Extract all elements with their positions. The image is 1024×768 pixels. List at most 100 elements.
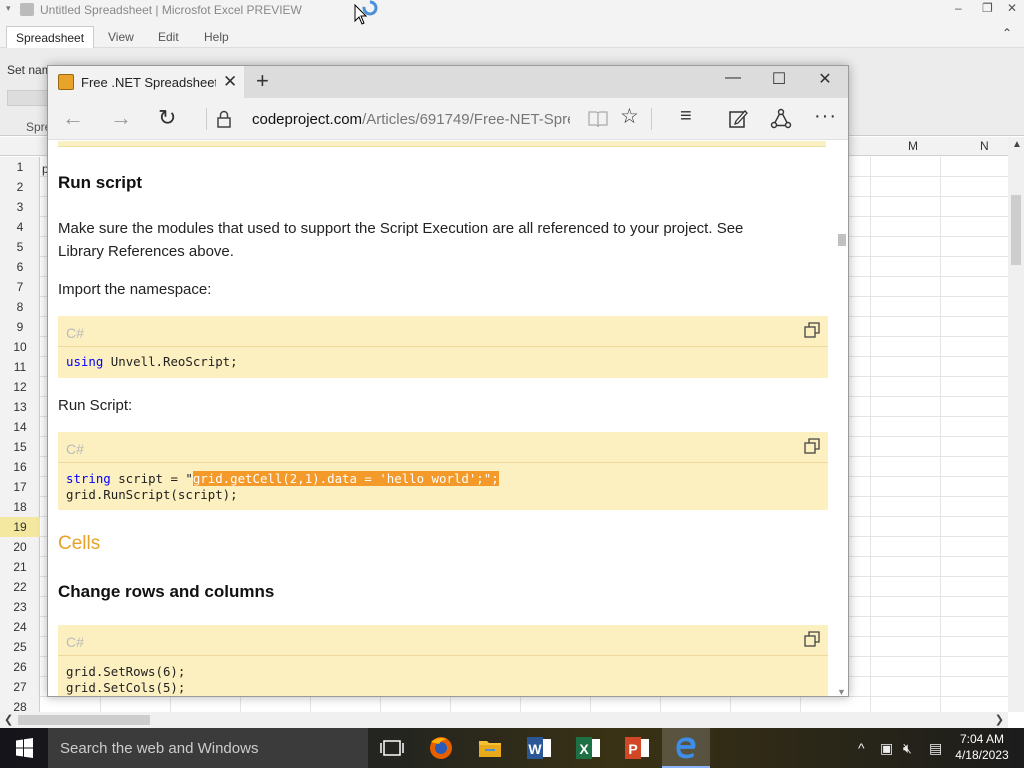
code-block-rows-cols: C# grid.SetRows(6); grid.SetCols(5); — [58, 625, 828, 696]
row-header[interactable]: 24 — [0, 617, 40, 637]
collapse-ribbon-icon[interactable]: ⌃ — [1002, 26, 1012, 40]
scroll-thumb[interactable] — [838, 234, 846, 246]
row-header[interactable]: 19 — [0, 517, 40, 537]
reading-view-icon[interactable] — [588, 110, 608, 128]
row-header[interactable]: 23 — [0, 597, 40, 617]
edge-icon[interactable] — [662, 728, 710, 768]
row-header[interactable]: 7 — [0, 277, 40, 297]
code-divider — [58, 462, 828, 463]
firefox-icon[interactable] — [417, 728, 465, 768]
taskbar-clock[interactable]: 7:04 AM 4/18/2023 — [948, 731, 1016, 763]
row-header[interactable]: 13 — [0, 397, 40, 417]
row-header[interactable]: 20 — [0, 537, 40, 557]
row-header[interactable]: 11 — [0, 357, 40, 377]
row-header[interactable]: 22 — [0, 577, 40, 597]
scroll-left-icon[interactable]: ❮ — [4, 713, 13, 726]
row-header[interactable]: 15 — [0, 437, 40, 457]
browser-tab[interactable]: Free .NET Spreadsheet C ✕ — [48, 66, 244, 98]
row-header[interactable]: 8 — [0, 297, 40, 317]
menu-tab-view[interactable]: View — [98, 26, 144, 48]
restore-icon[interactable]: ❐ — [982, 1, 993, 15]
row-header[interactable]: 14 — [0, 417, 40, 437]
row-header[interactable]: 9 — [0, 317, 40, 337]
file-explorer-icon[interactable] — [466, 728, 514, 768]
spreadsheet-window-title: Untitled Spreadsheet | Microsfot Excel P… — [40, 3, 302, 17]
row-header[interactable]: 4 — [0, 217, 40, 237]
hub-icon[interactable]: ≡ — [680, 104, 692, 128]
column-header-n[interactable]: N — [980, 139, 989, 153]
powerpoint-icon[interactable]: P — [613, 728, 661, 768]
row-header[interactable]: 26 — [0, 657, 40, 677]
paragraph-modules: Make sure the modules that used to suppo… — [58, 217, 743, 263]
paragraph-modules-line1: Make sure the modules that used to suppo… — [58, 220, 744, 237]
row-header[interactable]: 18 — [0, 497, 40, 517]
heading-run-script: Run script — [58, 173, 143, 192]
more-icon[interactable]: ··· — [814, 104, 837, 128]
maximize-icon[interactable]: ☐ — [756, 69, 802, 89]
word-icon[interactable]: W — [515, 728, 563, 768]
code-divider — [58, 655, 828, 656]
close-window-icon[interactable]: ✕ — [802, 69, 848, 89]
address-bar[interactable]: codeproject.com/Articles/691749/Free-NET… — [252, 111, 570, 128]
copy-code-icon[interactable] — [804, 631, 820, 647]
row-header[interactable]: 27 — [0, 677, 40, 697]
scroll-thumb[interactable] — [1011, 195, 1021, 265]
scroll-down-icon[interactable]: ▼ — [837, 687, 846, 696]
code-lang-label: C# — [66, 325, 84, 341]
selected-code-text[interactable]: grid.getCell(2,1).data = 'hello world';"… — [192, 471, 499, 486]
excel-icon[interactable]: X — [564, 728, 612, 768]
volume-muted-icon[interactable]: 🔇︎ — [903, 740, 912, 757]
row-header[interactable]: 25 — [0, 637, 40, 657]
row-header[interactable]: 5 — [0, 237, 40, 257]
share-icon[interactable] — [770, 108, 792, 130]
clock-date: 4/18/2023 — [955, 748, 1009, 762]
code-block-edge — [58, 141, 826, 147]
row-header[interactable]: 1 — [0, 157, 40, 177]
scroll-right-icon[interactable]: ❯ — [995, 713, 1004, 726]
app-icon — [20, 3, 34, 16]
action-center-icon[interactable]: ▤ — [929, 740, 942, 757]
name-box[interactable] — [7, 90, 51, 106]
copy-code-icon[interactable] — [804, 322, 820, 338]
menu-tab-spreadsheet[interactable]: Spreadsheet — [6, 26, 95, 48]
new-tab-icon[interactable]: + — [256, 68, 269, 94]
back-icon[interactable]: ← — [62, 106, 84, 130]
row-header-column: 1 2 3 4 5 6 7 8 9 10 11 12 13 14 15 16 17 18 19 20 21 22 23 24 2… — [0, 157, 40, 714]
vertical-scrollbar[interactable]: ▲ — [1008, 137, 1024, 712]
network-icon[interactable]: ▣ — [880, 740, 893, 757]
close-icon[interactable]: ✕ — [1007, 1, 1017, 15]
copy-code-icon[interactable] — [804, 438, 820, 454]
browser-scrollbar[interactable]: ▼ — [836, 141, 848, 696]
row-header[interactable]: 6 — [0, 257, 40, 277]
row-header[interactable]: 21 — [0, 557, 40, 577]
forward-icon[interactable]: → — [110, 106, 132, 130]
row-header[interactable]: 17 — [0, 477, 40, 497]
windows-start-icon[interactable] — [0, 728, 48, 768]
row-header[interactable]: 2 — [0, 177, 40, 197]
chevron-up-icon[interactable]: ^ — [858, 740, 865, 756]
system-menu-icon[interactable]: ▾ — [6, 3, 11, 14]
minimize-icon[interactable]: — — [710, 69, 756, 87]
task-view-icon[interactable] — [368, 728, 416, 768]
minimize-icon[interactable]: – — [955, 1, 962, 15]
row-header[interactable]: 12 — [0, 377, 40, 397]
row-header[interactable]: 16 — [0, 457, 40, 477]
scroll-thumb[interactable] — [18, 715, 150, 725]
favorite-star-icon[interactable]: ☆ — [620, 105, 639, 129]
scroll-up-icon[interactable]: ▲ — [1012, 139, 1022, 150]
row-header[interactable]: 10 — [0, 337, 40, 357]
horizontal-scrollbar[interactable]: ❮ ❯ — [0, 712, 1008, 728]
row-header[interactable]: 3 — [0, 197, 40, 217]
close-tab-icon[interactable]: ✕ — [223, 72, 237, 92]
menu-tab-edit[interactable]: Edit — [148, 26, 189, 48]
tab-title: Free .NET Spreadsheet C — [81, 75, 216, 90]
code-text: grid.SetCols(5); — [66, 680, 186, 695]
web-note-icon[interactable] — [728, 109, 748, 129]
refresh-icon[interactable]: ↻ — [158, 106, 176, 130]
paragraph-run: Run Script: — [58, 397, 133, 414]
menu-tab-help[interactable]: Help — [194, 26, 239, 48]
spreadsheet-title-bar: ▾ Untitled Spreadsheet | Microsfot Excel… — [0, 0, 1024, 20]
browser-tab-bar: Free .NET Spreadsheet C ✕ + — ☐ ✕ — [48, 66, 848, 98]
column-header-m[interactable]: M — [908, 139, 918, 153]
taskbar-search-box[interactable]: Search the web and Windows — [48, 728, 368, 768]
